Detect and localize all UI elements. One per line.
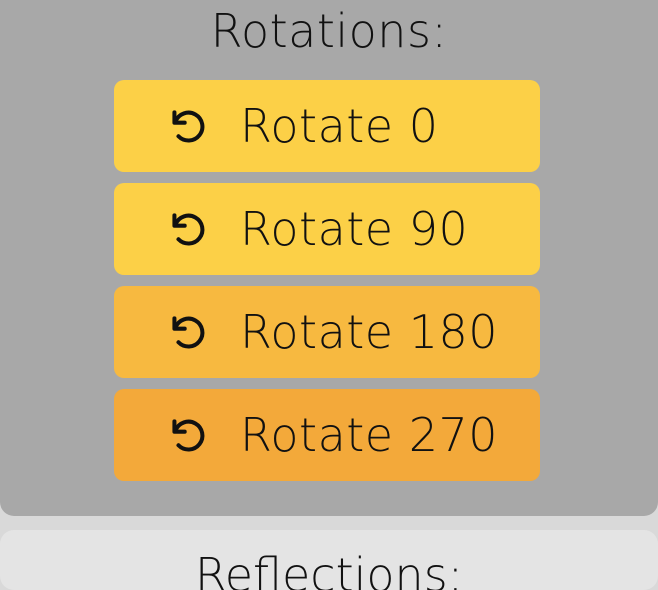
rotations-panel: Rotations: Rotate 0 Rotate 90 Rotate 180… bbox=[0, 0, 658, 516]
rotate-270-label: Rotate 270 bbox=[240, 408, 499, 462]
rotate-0-label: Rotate 0 bbox=[240, 99, 439, 153]
rotate-0-button[interactable]: Rotate 0 bbox=[114, 80, 540, 172]
reflections-title: Reflections: bbox=[194, 548, 464, 590]
rotate-ccw-icon bbox=[172, 419, 205, 452]
rotate-180-button[interactable]: Rotate 180 bbox=[114, 286, 540, 378]
rotate-180-label: Rotate 180 bbox=[240, 305, 499, 359]
rotate-90-label: Rotate 90 bbox=[240, 202, 469, 256]
rotate-ccw-icon bbox=[172, 316, 205, 349]
rotations-title: Rotations: bbox=[210, 4, 448, 58]
rotate-90-button[interactable]: Rotate 90 bbox=[114, 183, 540, 275]
rotate-ccw-icon bbox=[172, 213, 205, 246]
reflections-panel: Reflections: bbox=[0, 530, 658, 590]
rotate-270-button[interactable]: Rotate 270 bbox=[114, 389, 540, 481]
rotate-ccw-icon bbox=[172, 110, 205, 143]
